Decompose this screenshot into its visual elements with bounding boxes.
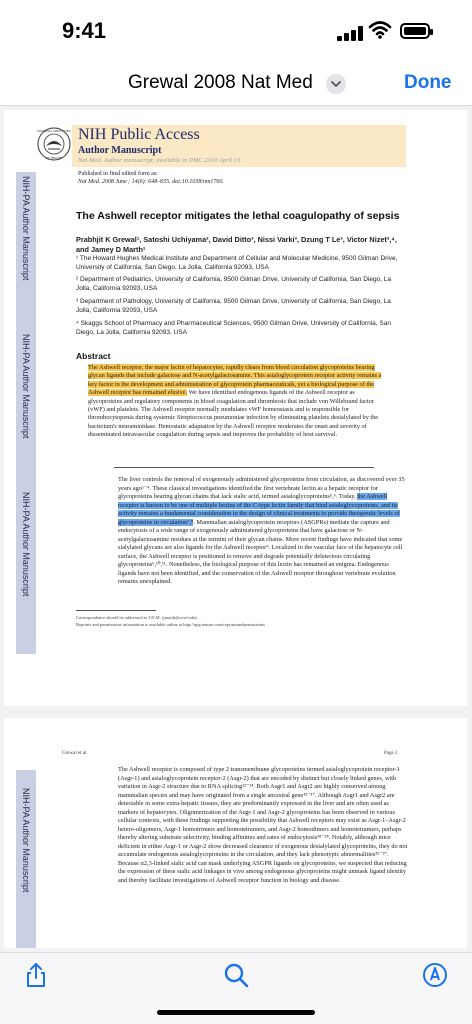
manuscript-sidebar: NIH-PA Author Manuscript	[16, 770, 36, 948]
citation-line: Nat Med. 2008 June ; 14(6): 648–655. doi…	[78, 179, 224, 185]
author-manuscript-label: Author Manuscript	[78, 145, 162, 156]
footnote-divider	[76, 610, 156, 611]
sidebar-label: NIH-PA Author Manuscript	[21, 788, 31, 893]
article-title: The Ashwell receptor mitigates the letha…	[76, 210, 400, 222]
published-line: Published in final edited form as:	[78, 171, 158, 177]
done-button[interactable]: Done	[404, 72, 452, 94]
affiliation: ² Department of Pediatrics, University o…	[76, 276, 392, 292]
page-number: Page 2	[384, 751, 398, 756]
chevron-down-icon	[331, 81, 341, 87]
intro-text-b: . Mammalian asialoglycoprotein receptors…	[118, 518, 403, 586]
sidebar-label: NIH-PA Author Manuscript	[21, 334, 31, 439]
svg-text:OF HEALTH: OF HEALTH	[46, 156, 63, 160]
markup-icon[interactable]	[421, 961, 449, 989]
sidebar-label: NIH-PA Author Manuscript	[21, 492, 31, 597]
abstract-text: The Ashwell receptor, the major lectin o…	[88, 364, 388, 440]
abstract-heading: Abstract	[76, 351, 111, 361]
author-list: Prabhjit K Grewal¹, Satoshi Uchiyama², D…	[76, 235, 397, 254]
home-indicator[interactable]	[157, 1010, 315, 1015]
section-divider	[114, 467, 374, 468]
navigation-bar: Grewal 2008 Nat Med Done	[0, 62, 472, 106]
pdf-page-2[interactable]: NIH-PA Author Manuscript Grewal et al. P…	[4, 718, 467, 948]
battery-icon	[400, 23, 433, 39]
reprints-footnote: Reprints and permissions information is …	[76, 622, 265, 627]
svg-text:NATIONAL INSTITUTES: NATIONAL INSTITUTES	[37, 129, 71, 133]
cellular-signal-icon	[337, 25, 363, 41]
pdf-page-1[interactable]: NIH-PA Author Manuscript NIH-PA Author M…	[4, 110, 467, 706]
status-bar: 9:41	[0, 0, 472, 62]
document-title[interactable]: Grewal 2008 Nat Med	[128, 72, 313, 94]
nih-header-banner: NIH Public Access Author Manuscript Nat …	[72, 125, 406, 167]
nih-public-access: NIH Public Access	[78, 126, 200, 143]
abstract-rest: We have identified endogenous ligands of…	[88, 389, 379, 439]
status-time: 9:41	[62, 18, 107, 43]
nih-seal-logo: NATIONAL INSTITUTES OF HEALTH	[37, 127, 71, 161]
pmc-availability-note: Nat Med. Author manuscript; available in…	[78, 157, 242, 164]
title-menu-button[interactable]	[326, 74, 346, 94]
affiliation: ⁴ Skaggs School of Pharmacy and Pharmace…	[76, 320, 391, 336]
affiliation: ¹ The Howard Hughes Medical Institute an…	[76, 255, 398, 271]
affiliation: ³ Department of Pathology, University of…	[76, 298, 391, 314]
running-head: Grewal et al.	[62, 751, 88, 756]
pdf-viewer-screen: 9:41 Grewal 2008 Nat Med Done NIH-PA Aut…	[0, 0, 472, 1024]
search-icon[interactable]	[222, 961, 250, 989]
page2-body-text: The Ashwell receptor is composed of type…	[118, 766, 408, 884]
wifi-icon	[368, 21, 392, 39]
publication-info: Published in final edited form as: Nat M…	[78, 170, 224, 186]
correspondence-footnote: Correspondence should be addressed to J.…	[76, 615, 198, 620]
share-icon[interactable]	[22, 961, 50, 989]
sidebar-label: NIH-PA Author Manuscript	[21, 176, 31, 281]
manuscript-sidebar: NIH-PA Author Manuscript NIH-PA Author M…	[16, 172, 36, 654]
introduction-text: The liver controls the removal of exogen…	[118, 476, 408, 587]
